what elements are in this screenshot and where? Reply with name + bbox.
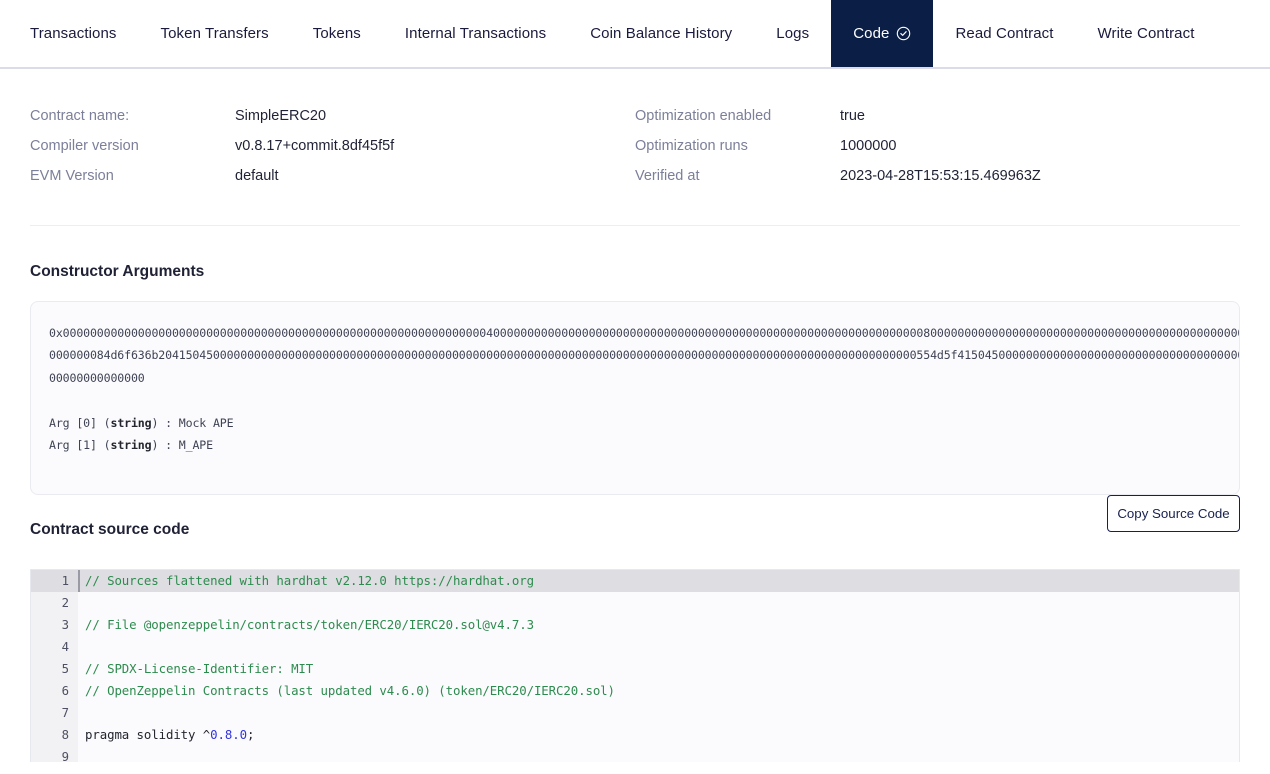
code-line-number: 3 bbox=[61, 618, 69, 632]
code-token-comment: // Sources flattened with hardhat v2.12.… bbox=[85, 573, 534, 588]
constructor-arg-type: string bbox=[110, 438, 152, 453]
constructor-args-hex-line-2: 000000084d6f636b204150450000000000000000… bbox=[49, 348, 1240, 363]
code-token-plain: pragma solidity ^ bbox=[85, 727, 211, 742]
constructor-arg-value: Mock APE bbox=[178, 415, 234, 430]
constructor-arg-paren-open: ( bbox=[96, 438, 111, 453]
tab-transactions[interactable]: Transactions bbox=[8, 0, 139, 67]
info-label: Verified at bbox=[635, 168, 700, 184]
constructor-arg-index: Arg [0] bbox=[49, 415, 97, 430]
tab-label: Token Transfers bbox=[160, 25, 269, 42]
tab-label: Tokens bbox=[312, 25, 361, 42]
tab-label: Write Contract bbox=[1097, 25, 1195, 42]
code-line-number: 1 bbox=[31, 570, 78, 592]
code-line-number: 6 bbox=[61, 684, 69, 698]
info-label: Optimization runs bbox=[635, 138, 748, 154]
constructor-arg-paren-close: ) : bbox=[151, 415, 179, 430]
info-value: 2023-04-28T15:53:15.469963Z bbox=[840, 168, 1041, 184]
code-line[interactable] bbox=[78, 702, 1239, 724]
info-value: true bbox=[840, 108, 865, 124]
tab-coin-balance-history[interactable]: Coin Balance History bbox=[568, 0, 754, 67]
constructor-arg-paren-open: ( bbox=[96, 415, 111, 430]
contract-info-left-column: Contract name: SimpleERC20 Compiler versio… bbox=[30, 101, 635, 191]
section-divider bbox=[30, 225, 1240, 226]
code-token-comment: // File @openzeppelin/contracts/token/ER… bbox=[85, 617, 534, 632]
constructor-arg-row: Arg [0] (string) : Mock APE bbox=[49, 412, 1221, 434]
constructor-arg-type: string bbox=[110, 415, 152, 430]
code-line-number: 4 bbox=[61, 640, 69, 654]
source-code-header: Contract source code Copy Source Code bbox=[30, 495, 1240, 569]
info-row: Verified at 2023-04-28T15:53:15.469963Z bbox=[635, 161, 1240, 191]
code-line-number: 7 bbox=[61, 706, 69, 720]
info-row: Optimization enabled true bbox=[635, 101, 1240, 131]
code-line-number: 5 bbox=[61, 662, 69, 676]
info-row: Compiler version v0.8.17+commit.8df45f5f bbox=[30, 131, 635, 161]
contract-tab-bar: Transactions Token Transfers Tokens Interna… bbox=[0, 0, 1270, 69]
tab-label: Coin Balance History bbox=[590, 25, 733, 42]
constructor-arguments-heading: Constructor Arguments bbox=[30, 263, 205, 280]
code-line[interactable]: // File @openzeppelin/contracts/token/ER… bbox=[78, 614, 1239, 636]
tab-tokens[interactable]: Tokens bbox=[291, 0, 383, 67]
tab-internal-transactions[interactable]: Internal Transactions bbox=[383, 0, 568, 67]
info-value: v0.8.17+commit.8df45f5f bbox=[235, 138, 395, 154]
info-value: default bbox=[235, 168, 279, 184]
code-line[interactable] bbox=[78, 746, 1239, 762]
code-line[interactable] bbox=[78, 592, 1239, 614]
tab-code[interactable]: Code bbox=[831, 0, 934, 67]
code-token-plain: ; bbox=[246, 727, 255, 742]
code-line[interactable]: // SPDX-License-Identifier: MIT bbox=[78, 658, 1239, 680]
info-row: EVM Version default bbox=[30, 161, 635, 191]
tab-label: Read Contract bbox=[955, 25, 1054, 42]
info-label: Compiler version bbox=[30, 138, 139, 154]
code-line[interactable]: pragma solidity ^0.8.0; bbox=[78, 724, 1239, 746]
info-label: Optimization enabled bbox=[635, 108, 772, 124]
copy-source-code-button[interactable]: Copy Source Code bbox=[1107, 495, 1240, 532]
info-row: Contract name: SimpleERC20 bbox=[30, 101, 635, 131]
constructor-args-decoded-list: Arg [0] (string) : Mock APE Arg [1] (stri… bbox=[49, 412, 1221, 457]
code-line-number: 8 bbox=[61, 728, 69, 742]
code-line-number-gutter: 1 2 3 4 5 6 7 8 9 bbox=[31, 570, 78, 762]
constructor-arg-value: M_APE bbox=[178, 438, 213, 453]
tab-label: Code bbox=[853, 25, 890, 42]
info-label: Contract name: bbox=[30, 108, 130, 124]
info-value: SimpleERC20 bbox=[235, 108, 327, 124]
source-code-viewer[interactable]: 1 2 3 4 5 6 7 8 9 // Sources flattened with hard… bbox=[30, 569, 1240, 762]
source-code-heading: Contract source code bbox=[30, 521, 190, 538]
code-token-num: 0.8.0 bbox=[210, 727, 247, 742]
tab-token-transfers[interactable]: Token Transfers bbox=[139, 0, 291, 67]
tab-label: Internal Transactions bbox=[404, 25, 547, 42]
code-line-number: 2 bbox=[61, 596, 69, 610]
info-row: Optimization runs 1000000 bbox=[635, 131, 1240, 161]
code-token-comment: // SPDX-License-Identifier: MIT bbox=[85, 661, 314, 676]
tab-logs[interactable]: Logs bbox=[754, 0, 831, 67]
constructor-arg-row: Arg [1] (string) : M_APE bbox=[49, 434, 1221, 456]
tab-write-contract[interactable]: Write Contract bbox=[1076, 0, 1217, 67]
code-line[interactable] bbox=[78, 636, 1239, 658]
code-token-comment: // OpenZeppelin Contracts (last updated … bbox=[85, 683, 615, 698]
code-line[interactable]: // OpenZeppelin Contracts (last updated … bbox=[78, 680, 1239, 702]
tab-label: Logs bbox=[776, 25, 810, 42]
constructor-args-spacer bbox=[49, 389, 1221, 412]
info-value: 1000000 bbox=[840, 138, 897, 154]
code-text-area[interactable]: // Sources flattened with hardhat v2.12.… bbox=[78, 570, 1239, 762]
constructor-args-hex-line-1: 0x00000000000000000000000000000000000000… bbox=[49, 326, 1240, 340]
page-content: Contract name: SimpleERC20 Compiler versio… bbox=[0, 69, 1270, 762]
constructor-arg-paren-close: ) : bbox=[151, 438, 179, 453]
tab-read-contract[interactable]: Read Contract bbox=[933, 0, 1075, 67]
contract-info-right-column: Optimization enabled true Optimization run… bbox=[635, 101, 1240, 191]
check-circle-icon bbox=[896, 26, 911, 41]
tab-label: Transactions bbox=[30, 25, 117, 42]
constructor-arguments-box: 0x00000000000000000000000000000000000000… bbox=[30, 301, 1240, 495]
code-line[interactable]: // Sources flattened with hardhat v2.12.… bbox=[78, 570, 1239, 592]
contract-info-grid: Contract name: SimpleERC20 Compiler versio… bbox=[30, 69, 1240, 203]
info-label: EVM Version bbox=[30, 168, 114, 184]
constructor-args-hex-line-3: 00000000000000 bbox=[49, 370, 145, 385]
code-line-number: 9 bbox=[61, 750, 69, 762]
constructor-arg-index: Arg [1] bbox=[49, 438, 97, 453]
